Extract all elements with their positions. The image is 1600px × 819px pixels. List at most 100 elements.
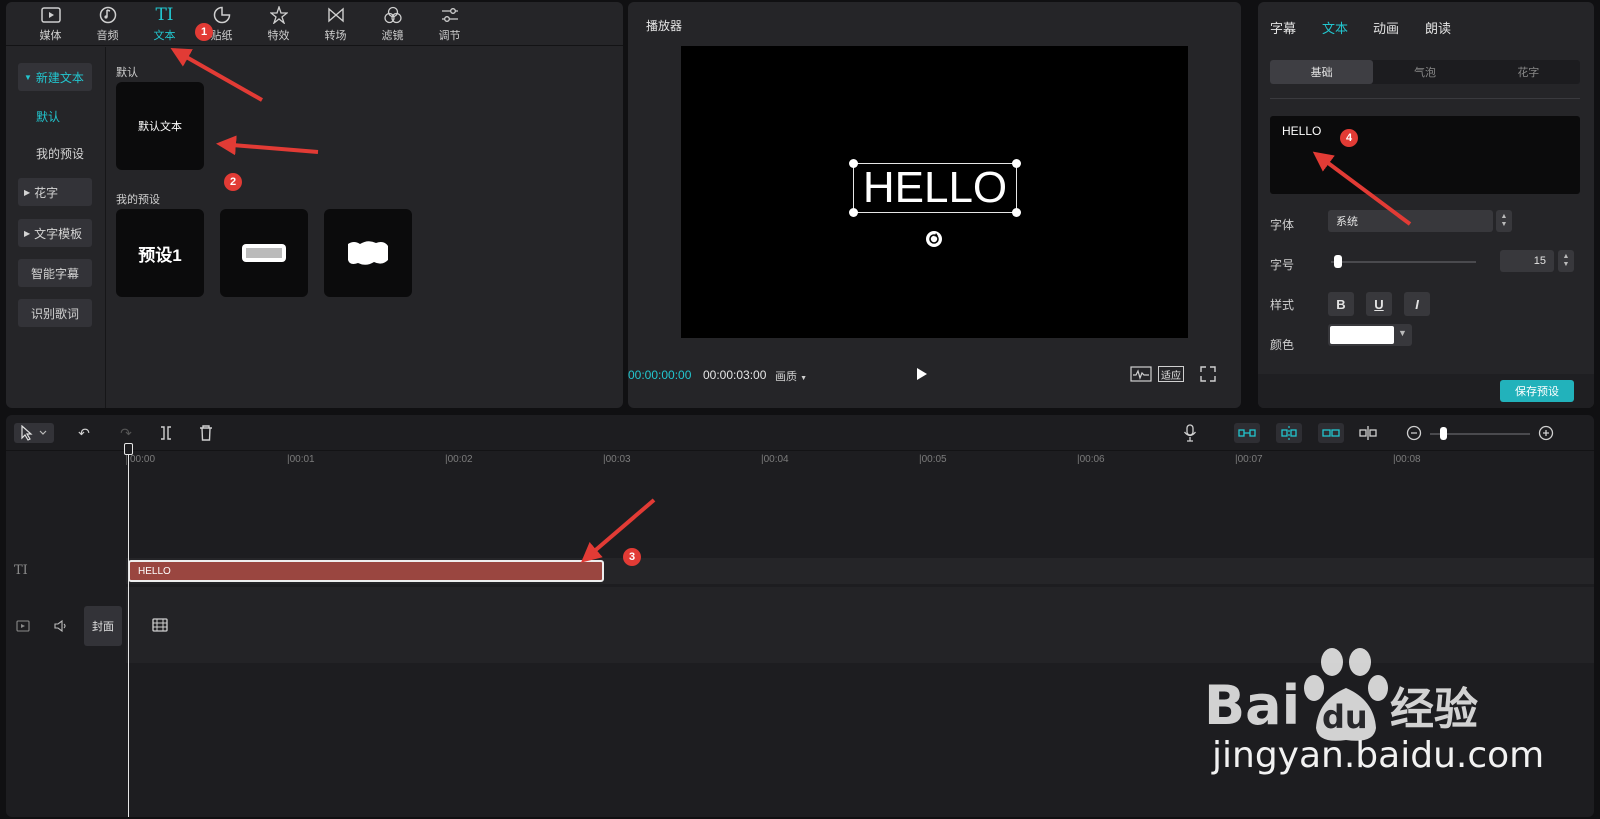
total-time: 00:00:03:00 <box>703 368 767 382</box>
preset-thumbnail-icon <box>348 241 388 265</box>
font-select[interactable]: 系统 <box>1328 210 1493 232</box>
text-clip[interactable]: HELLO <box>128 560 604 582</box>
tool-effects[interactable]: 特效 <box>250 2 307 46</box>
tool-text[interactable]: TI 文本 <box>136 2 193 46</box>
time-tick: 00:00 <box>126 455 155 465</box>
font-stepper[interactable]: ▲ ▼ <box>1496 210 1512 232</box>
sidebar-item-new-text[interactable]: ▼ 新建文本 <box>18 63 92 91</box>
size-input[interactable]: 15 <box>1500 250 1554 272</box>
subtab-bubble[interactable]: 气泡 <box>1373 60 1476 84</box>
link-icon[interactable] <box>1318 423 1344 443</box>
magnet-icon[interactable] <box>1234 423 1260 443</box>
default-text-card[interactable]: 默认文本 <box>116 82 204 170</box>
tool-adjust[interactable]: 调节 <box>421 2 478 46</box>
presets-section-label: 我的预设 <box>116 194 160 206</box>
sidebar-item-my-presets[interactable]: 我的预设 <box>36 145 84 162</box>
chevron-down-icon: ▼ <box>1398 328 1407 338</box>
tab-animation[interactable]: 动画 <box>1373 18 1399 37</box>
redo-icon[interactable]: ↷ <box>116 423 136 443</box>
audio-icon <box>97 6 119 24</box>
color-label: 颜色 <box>1270 338 1295 352</box>
undo-icon[interactable]: ↶ <box>74 423 94 443</box>
size-slider-track[interactable] <box>1331 261 1476 263</box>
time-tick: |00:06 <box>1077 454 1105 465</box>
tool-filter[interactable]: 滤镜 <box>364 2 421 46</box>
inspector-panel: 字幕 文本 动画 朗读 基础 气泡 花字 HELLO 字体 系统 ▲ ▼ 字号 1… <box>1258 2 1594 408</box>
annotation-badge: 2 <box>224 173 242 191</box>
size-label: 字号 <box>1270 258 1295 272</box>
tab-text[interactable]: 文本 <box>1322 18 1348 37</box>
bold-button[interactable]: B <box>1328 292 1354 316</box>
zoom-out-icon[interactable] <box>1404 423 1424 443</box>
tab-read-aloud[interactable]: 朗读 <box>1425 18 1451 37</box>
current-time: 00:00:00:00 <box>628 368 692 382</box>
text-selection-box[interactable]: HELLO <box>849 159 1021 217</box>
resize-handle[interactable] <box>849 159 858 168</box>
italic-button[interactable]: I <box>1404 292 1430 316</box>
effects-icon <box>268 5 290 24</box>
sidebar-item-lyrics[interactable]: 识别歌词 <box>18 299 92 327</box>
sidebar-item-smart-captions[interactable]: 智能字幕 <box>18 259 92 287</box>
film-icon[interactable] <box>152 618 168 632</box>
filter-icon <box>382 6 404 24</box>
rotate-icon[interactable] <box>925 230 943 248</box>
default-section-label: 默认 <box>116 67 138 79</box>
video-track-icon[interactable] <box>16 620 30 632</box>
time-tick: |00:01 <box>287 454 315 465</box>
media-icon <box>40 6 62 24</box>
caret-right-icon: ▶ <box>24 187 31 197</box>
play-icon[interactable] <box>916 367 928 381</box>
resize-handle[interactable] <box>1012 159 1021 168</box>
time-tick: |00:05 <box>919 454 947 465</box>
annotation-badge: 1 <box>195 23 213 41</box>
sidebar-item-fancy[interactable]: ▶ 花字 <box>18 178 92 206</box>
style-label: 样式 <box>1270 298 1295 312</box>
time-ruler[interactable]: 00:00 |00:01 |00:02 |00:03 |00:04 |00:05… <box>126 451 1594 471</box>
tool-audio[interactable]: 音频 <box>79 2 136 46</box>
snap-icon[interactable] <box>1276 423 1302 443</box>
playhead[interactable] <box>128 445 129 817</box>
size-stepper[interactable]: ▲ ▼ <box>1558 250 1574 272</box>
text-track-icon: TI <box>14 563 28 578</box>
playhead-handle[interactable] <box>124 443 133 455</box>
microphone-icon[interactable] <box>1180 423 1200 443</box>
preview-screen[interactable]: HELLO <box>681 46 1188 338</box>
align-icon[interactable] <box>1358 423 1378 443</box>
tool-media[interactable]: 媒体 <box>22 2 79 46</box>
size-slider-thumb[interactable] <box>1333 255 1342 268</box>
font-label: 字体 <box>1270 218 1295 232</box>
fullscreen-icon[interactable] <box>1200 366 1216 382</box>
text-icon: TI <box>155 4 174 25</box>
fit-button[interactable]: 适应 <box>1158 366 1184 382</box>
waveform-icon[interactable] <box>1130 366 1152 382</box>
subtab-basic[interactable]: 基础 <box>1270 60 1374 84</box>
sidebar-item-templates[interactable]: ▶ 文字模板 <box>18 219 92 247</box>
preset-card-3[interactable] <box>324 209 412 297</box>
text-content-field[interactable]: HELLO <box>1270 116 1580 194</box>
preset-thumbnail-icon <box>242 244 286 262</box>
select-tool-button[interactable] <box>14 423 54 443</box>
preset-card-2[interactable] <box>220 209 308 297</box>
sidebar-item-default[interactable]: 默认 <box>36 108 60 125</box>
volume-icon[interactable] <box>54 619 68 633</box>
zoom-slider-thumb[interactable] <box>1440 427 1447 440</box>
split-icon[interactable] <box>156 423 176 443</box>
color-picker[interactable]: ▼ <box>1328 324 1412 346</box>
preset-card-1[interactable]: 预设1 <box>116 209 204 297</box>
annotation-badge: 3 <box>623 548 641 566</box>
time-tick: |00:02 <box>445 454 473 465</box>
resize-handle[interactable] <box>849 208 858 217</box>
sticker-icon <box>211 6 233 24</box>
player-title: 播放器 <box>646 19 683 33</box>
cover-button[interactable]: 封面 <box>84 606 122 646</box>
underline-button[interactable]: U <box>1366 292 1392 316</box>
delete-icon[interactable] <box>196 423 216 443</box>
tool-transition[interactable]: 转场 <box>307 2 364 46</box>
tab-captions[interactable]: 字幕 <box>1270 18 1296 37</box>
save-preset-button[interactable]: 保存预设 <box>1500 380 1574 402</box>
zoom-in-icon[interactable] <box>1536 423 1556 443</box>
library-panel: 媒体 音频 TI 文本 贴纸 特效 转场 滤镜 调节 ▼ 新建文本 默认 我的预… <box>6 2 623 408</box>
subtab-fancy[interactable]: 花字 <box>1477 60 1580 84</box>
quality-dropdown[interactable]: 画质 ▼ <box>775 368 807 384</box>
resize-handle[interactable] <box>1012 208 1021 217</box>
